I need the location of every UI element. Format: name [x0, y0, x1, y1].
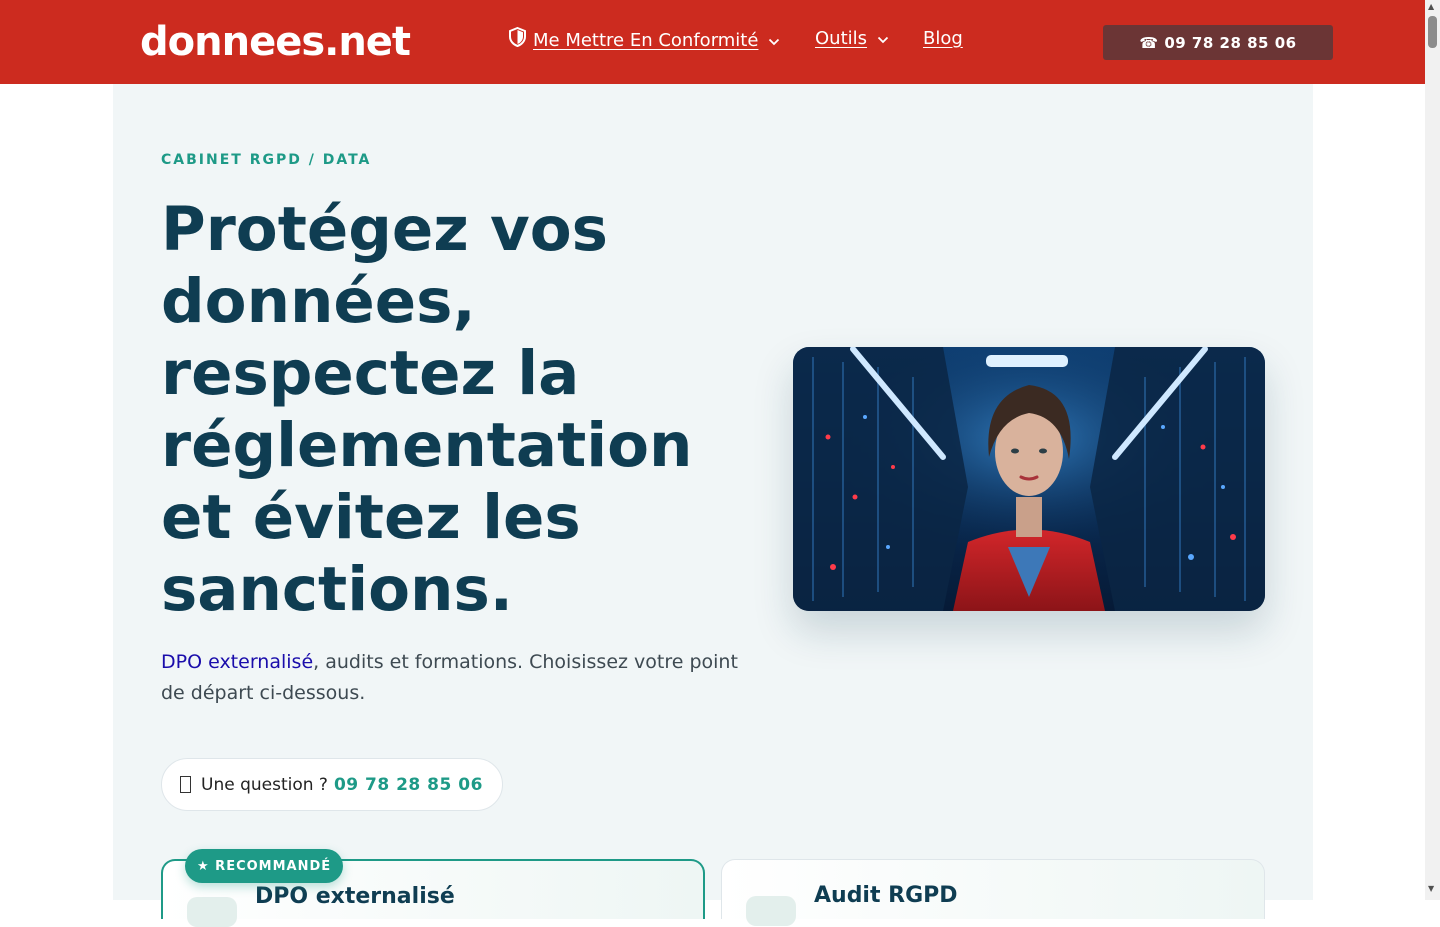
offer-card-title: DPO externalisé — [255, 884, 455, 909]
nav-item-outils-label: Outils — [815, 28, 868, 49]
card-icon — [746, 896, 796, 926]
scrollbar-thumb[interactable] — [1428, 16, 1437, 48]
site-logo[interactable]: donnees.net — [140, 18, 411, 66]
nav-item-blog-label: Blog — [923, 28, 963, 49]
hero-photo — [793, 347, 1265, 611]
shield-icon — [508, 26, 527, 54]
dpo-externalise-link[interactable]: DPO externalisé — [161, 651, 313, 673]
question-phone-link[interactable]: 09 78 28 85 06 — [334, 775, 483, 795]
offer-card-audit[interactable]: Audit RGPD — [721, 859, 1265, 926]
nav-item-blog[interactable]: Blog — [923, 27, 963, 51]
server-room-photo — [793, 347, 1265, 611]
chevron-down-icon — [768, 29, 780, 53]
hero-headline: Protégez vos données, respectez la régle… — [161, 194, 693, 625]
offer-card-title: Audit RGPD — [814, 883, 958, 908]
page-scrollbar[interactable]: ▲ ▼ — [1425, 0, 1440, 900]
nav-item-outils[interactable]: Outils — [815, 27, 889, 51]
question-label: Une question ? — [201, 774, 328, 795]
scroll-up-arrow-icon[interactable]: ▲ — [1428, 3, 1434, 11]
nav-item-conformite[interactable]: Me Mettre En Conformité — [508, 26, 780, 54]
header-phone-button[interactable]: ☎ 09 78 28 85 06 — [1103, 25, 1333, 60]
hero-subtext: DPO externalisé, audits et formations. C… — [161, 647, 741, 709]
hero-section: CABINET RGPD / DATA Protégez vos données… — [113, 84, 1313, 927]
question-pill[interactable]: Une question ? 09 78 28 85 06 — [161, 758, 503, 811]
card-icon — [187, 897, 237, 927]
nav-item-conformite-label: Me Mettre En Conformité — [533, 29, 759, 51]
scroll-down-arrow-icon[interactable]: ▼ — [1428, 885, 1434, 893]
recommended-badge: ★ RECOMMANDÉ — [185, 849, 344, 883]
chevron-down-icon — [877, 27, 889, 51]
phone-icon — [180, 776, 191, 793]
site-header: donnees.net Me Mettre En Conformité Outi… — [0, 0, 1425, 84]
hero-eyebrow: CABINET RGPD / DATA — [161, 152, 372, 168]
